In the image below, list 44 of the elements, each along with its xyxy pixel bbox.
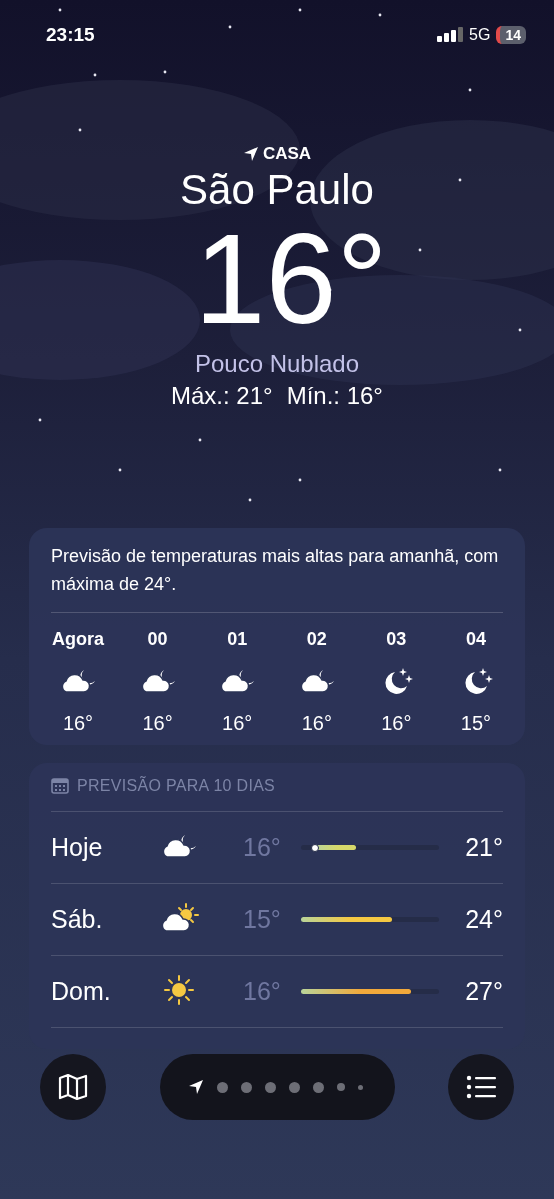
low-temperature: 16°: [243, 977, 282, 1006]
hour-label: 04: [465, 629, 486, 650]
hour-temperature: 16°: [62, 712, 94, 735]
page-dot[interactable]: [216, 1081, 228, 1093]
location-arrow-icon: [242, 146, 259, 162]
status-time: 23:15: [46, 24, 95, 46]
hour-label: 01: [227, 629, 248, 650]
day-label: Sáb.: [51, 905, 104, 934]
location-arrow-icon[interactable]: [187, 1079, 204, 1095]
min-temperature: Mín.: 16°: [286, 382, 383, 410]
city-name: São Paulo: [180, 166, 374, 214]
hour-temperature: 15°: [460, 712, 492, 735]
page-dot[interactable]: [336, 1083, 345, 1091]
forecast-summary: Previsão de temperaturas mais altas para amanhã, com máxima de 24°.: [51, 542, 503, 613]
page-dot[interactable]: [288, 1081, 300, 1093]
hour-label: 02: [306, 629, 327, 650]
calendar-icon: [51, 778, 69, 794]
signal-icon: [437, 27, 464, 43]
max-temperature: Máx.: 21°: [171, 382, 273, 410]
high-temperature: 27°: [465, 977, 503, 1006]
page-dot[interactable]: [264, 1081, 276, 1093]
low-temperature: 15°: [243, 905, 282, 934]
network-label: 5G: [469, 26, 491, 44]
high-temperature: 24°: [465, 905, 503, 934]
page-dot[interactable]: [357, 1084, 363, 1090]
section-title: PREVISÃO PARA 10 DIAS: [77, 777, 276, 795]
location-label: CASA: [262, 144, 312, 164]
low-temperature: 16°: [243, 833, 282, 862]
current-temperature: 16°: [194, 214, 388, 344]
page-dot[interactable]: [312, 1081, 324, 1093]
hour-temperature: 16°: [142, 712, 173, 735]
weather-condition: Pouco Nublado: [194, 350, 360, 378]
map-icon: [57, 1071, 89, 1103]
page-dot[interactable]: [240, 1081, 252, 1093]
hour-label: 03: [386, 629, 407, 650]
high-temperature: 21°: [465, 833, 503, 862]
hour-temperature: 16°: [222, 712, 253, 735]
hour-temperature: 16°: [381, 712, 412, 735]
battery-level: 14: [496, 26, 526, 44]
hour-temperature: 16°: [301, 712, 332, 735]
hour-label: Agora: [52, 629, 104, 650]
day-label: Dom.: [51, 977, 112, 1006]
hour-label: 00: [147, 629, 168, 650]
day-label: Hoje: [51, 833, 104, 862]
